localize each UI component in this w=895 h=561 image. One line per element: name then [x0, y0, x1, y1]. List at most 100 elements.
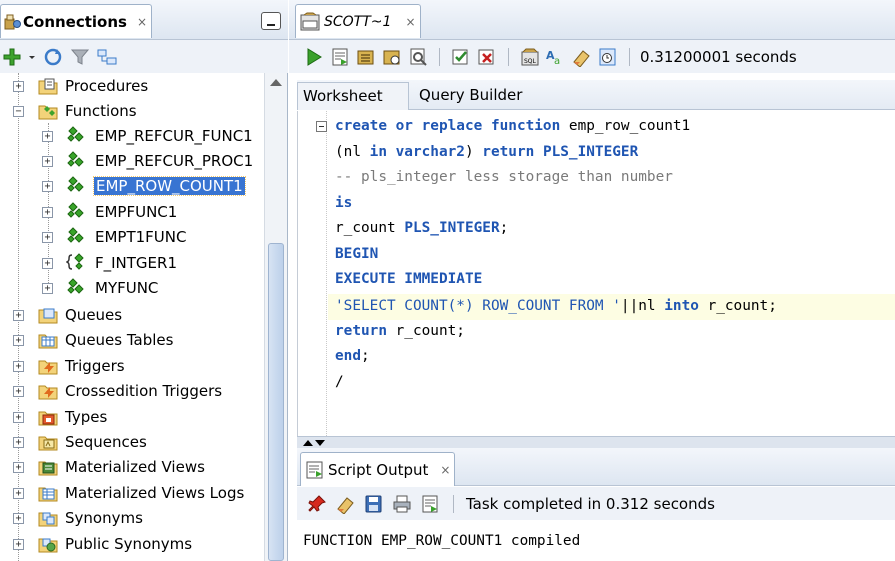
tree-node-function-selected[interactable]: + EMP_ROW_COUNT1: [0, 174, 264, 199]
tree-scrollbar[interactable]: [264, 73, 287, 561]
script-output-label: Script Output: [328, 460, 429, 479]
run-statement-icon[interactable]: [303, 47, 325, 67]
code-text: (nl: [335, 144, 370, 160]
sql-history-icon[interactable]: [597, 47, 619, 67]
tree-node-triggers[interactable]: + Triggers: [0, 354, 264, 379]
tree-node-function[interactable]: + EMP_REFCUR_PROC1: [0, 149, 264, 174]
tree-node-crossedition-triggers[interactable]: + Crossedition Triggers: [0, 379, 264, 404]
worksheet-tab-scott[interactable]: SCOTT~1 ×: [295, 4, 421, 38]
tab-worksheet[interactable]: Worksheet: [297, 82, 409, 110]
tree-node-function[interactable]: + EMP_REFCUR_FUNC1: [0, 124, 264, 149]
triggers-folder-icon: [38, 360, 58, 375]
tree-node-queues[interactable]: + Queues: [0, 303, 264, 328]
connections-header: Connections ×: [0, 0, 288, 40]
queues-tables-folder-icon: [38, 334, 58, 349]
tree-node-public-synonyms[interactable]: + Public Synonyms: [0, 532, 264, 557]
code-keyword: BEGIN: [335, 246, 379, 262]
close-icon[interactable]: ×: [440, 463, 450, 477]
expand-icon[interactable]: +: [13, 462, 24, 473]
expand-icon[interactable]: +: [42, 156, 53, 167]
tree-node-queues-tables[interactable]: + Queues Tables: [0, 328, 264, 353]
code-text: ): [464, 144, 483, 160]
expand-icon[interactable]: +: [13, 513, 24, 524]
expand-icon[interactable]: +: [42, 207, 53, 218]
expand-icon[interactable]: +: [42, 181, 53, 192]
fold-collapse-icon[interactable]: [316, 121, 327, 132]
expand-icon[interactable]: +: [13, 539, 24, 550]
output-toolbar: Task completed in 0.312 seconds: [297, 487, 895, 520]
connections-tree: + Procedures − Functions + EMP_REFCUR_FU…: [0, 73, 264, 561]
expand-icon[interactable]: +: [13, 437, 24, 448]
tree-label: Materialized Views Logs: [65, 484, 245, 502]
tree-label: Procedures: [65, 77, 149, 95]
close-icon[interactable]: ×: [137, 15, 147, 29]
print-icon[interactable]: [391, 494, 413, 514]
code-line: return r_count;: [335, 319, 465, 344]
execution-time: 0.31200001 seconds: [640, 47, 797, 66]
expand-icon[interactable]: +: [13, 412, 24, 423]
expand-icon[interactable]: +: [13, 81, 24, 92]
sql-editor[interactable]: create or replace function emp_row_count…: [297, 111, 895, 436]
scroll-thumb[interactable]: [268, 243, 284, 561]
script-output-tab[interactable]: Script Output ×: [300, 452, 455, 486]
tree-node-function[interactable]: + EMPFUNC1: [0, 200, 264, 225]
run-script-icon[interactable]: [329, 47, 351, 67]
tree-node-materialized-views-logs[interactable]: + Materialized Views Logs: [0, 481, 264, 506]
tree-label: EMPFUNC1: [95, 203, 178, 221]
expand-icon[interactable]: +: [42, 232, 53, 243]
tree-node-functions[interactable]: − Functions: [0, 99, 264, 124]
tree-node-sequences[interactable]: + Sequences: [0, 430, 264, 455]
expand-icon[interactable]: +: [13, 386, 24, 397]
dropdown-arrow-icon[interactable]: [28, 47, 36, 67]
scroll-up-icon[interactable]: [270, 79, 282, 86]
types-folder-icon: [38, 411, 58, 426]
tree-node-function[interactable]: + F_INTGER1: [0, 251, 264, 276]
change-case-icon[interactable]: Aa: [545, 47, 567, 67]
save-icon[interactable]: [363, 494, 385, 514]
connections-tab[interactable]: Connections ×: [0, 4, 152, 38]
worksheet-subtabs: Worksheet Query Builder: [297, 80, 895, 110]
code-keyword: return: [335, 323, 387, 339]
tab-query-builder-label: Query Builder: [419, 86, 523, 104]
tree-label: Materialized Views: [65, 458, 205, 476]
tree-node-materialized-views[interactable]: + Materialized Views: [0, 455, 264, 480]
expand-icon[interactable]: +: [13, 361, 24, 372]
gutter-line: [326, 111, 327, 436]
pin-icon[interactable]: [307, 494, 329, 514]
tree-node-function[interactable]: + EMPT1FUNC: [0, 225, 264, 250]
tree-node-procedures[interactable]: + Procedures: [0, 74, 264, 99]
expand-icon[interactable]: +: [13, 335, 24, 346]
expand-icon[interactable]: +: [13, 310, 24, 321]
arrow-down-icon[interactable]: [315, 440, 325, 446]
expand-icon[interactable]: +: [42, 283, 53, 294]
close-icon[interactable]: ×: [405, 15, 415, 29]
clear-eraser-icon[interactable]: [571, 47, 593, 67]
schema-browser-icon[interactable]: [96, 47, 118, 67]
tree-node-function[interactable]: + MYFUNC: [0, 276, 264, 301]
add-connection-icon[interactable]: [2, 47, 22, 67]
refresh-icon[interactable]: [42, 47, 64, 67]
expand-icon[interactable]: +: [13, 488, 24, 499]
filter-icon[interactable]: [70, 47, 90, 67]
clear-eraser-icon[interactable]: [335, 494, 357, 514]
toolbar-separator: [629, 47, 630, 66]
code-line: create or replace function emp_row_count…: [335, 114, 690, 139]
expand-icon[interactable]: +: [42, 131, 53, 142]
tab-query-builder[interactable]: Query Builder: [419, 86, 522, 104]
arrow-up-icon[interactable]: [303, 440, 313, 446]
tree-node-types[interactable]: + Types: [0, 405, 264, 430]
rollback-icon[interactable]: [476, 47, 498, 67]
run-script-icon[interactable]: [419, 494, 441, 514]
tree-label: Sequences: [65, 433, 147, 451]
tree-label: Queues: [65, 306, 123, 324]
panel-splitter[interactable]: [297, 436, 895, 448]
commit-icon[interactable]: [450, 47, 472, 67]
autotrace-icon[interactable]: [355, 47, 377, 67]
tree-node-synonyms[interactable]: + Synonyms: [0, 506, 264, 531]
sql-tuning-icon[interactable]: [407, 47, 429, 67]
explain-plan-icon[interactable]: [381, 47, 403, 67]
minimize-button[interactable]: [261, 12, 281, 30]
unshared-worksheet-icon[interactable]: SQL: [519, 47, 541, 67]
collapse-icon[interactable]: −: [13, 106, 24, 117]
expand-icon[interactable]: +: [42, 258, 53, 269]
